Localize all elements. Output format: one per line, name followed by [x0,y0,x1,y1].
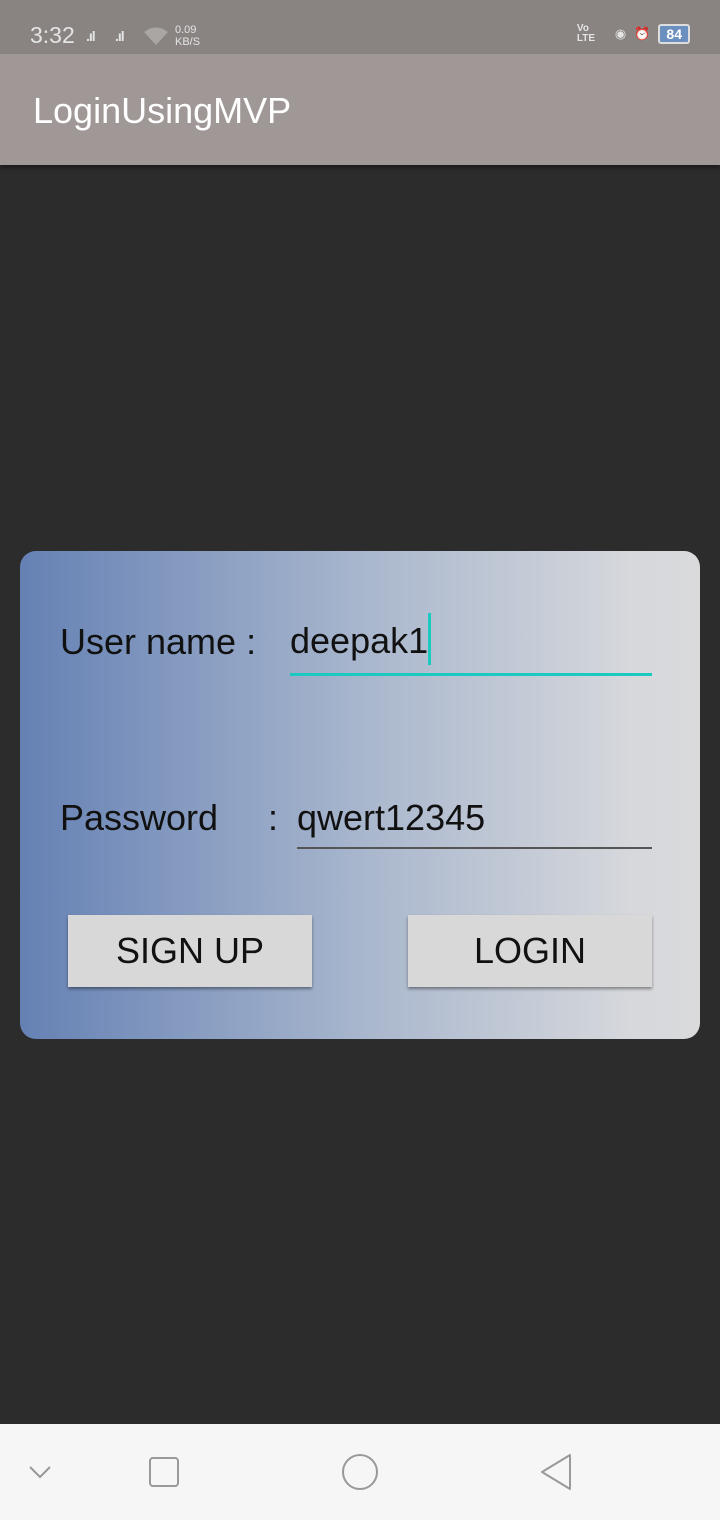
speed-unit: KB/S [175,36,201,48]
speed-value: 0.09 [175,24,197,36]
back-triangle-icon[interactable] [538,1452,574,1492]
alarm-icon: ⏰ [634,26,651,41]
signal-icon-2: .ıl [115,28,125,44]
chevron-down-icon[interactable] [28,1464,52,1480]
text-cursor [428,613,432,665]
username-value: deepak1 [290,620,429,661]
signup-button[interactable]: SIGN UP [68,915,312,987]
app-title: LoginUsingMVP [33,90,292,131]
volte-icon: Vo LTE [576,23,596,44]
login-button[interactable]: LOGIN [408,915,652,987]
rotation-lock-icon: ◉ [614,26,627,41]
navigation-bar [0,1424,720,1520]
password-label: Password [60,797,219,838]
app-bar: LoginUsingMVP [0,54,720,165]
signal-icon: .ıl [86,28,96,44]
username-label: User name : [60,621,257,662]
recents-square-icon[interactable] [148,1456,180,1488]
status-time: 3:32 [30,22,75,48]
password-input[interactable]: qwert12345 [297,797,652,849]
battery-icon: 84 [658,24,690,44]
status-bar: 3:32 .ıl .ıl 0.09 KB/S Vo LTE ◉ ⏰ 84 [0,0,720,54]
username-input[interactable]: deepak1 [290,613,652,676]
home-circle-icon[interactable] [340,1452,380,1492]
password-value: qwert12345 [297,797,486,838]
wifi-icon [144,27,168,45]
password-colon: : [268,797,279,838]
login-card: User name : deepak1 Password : qwert1234… [20,551,700,1039]
network-speed: 0.09 KB/S [175,24,200,48]
